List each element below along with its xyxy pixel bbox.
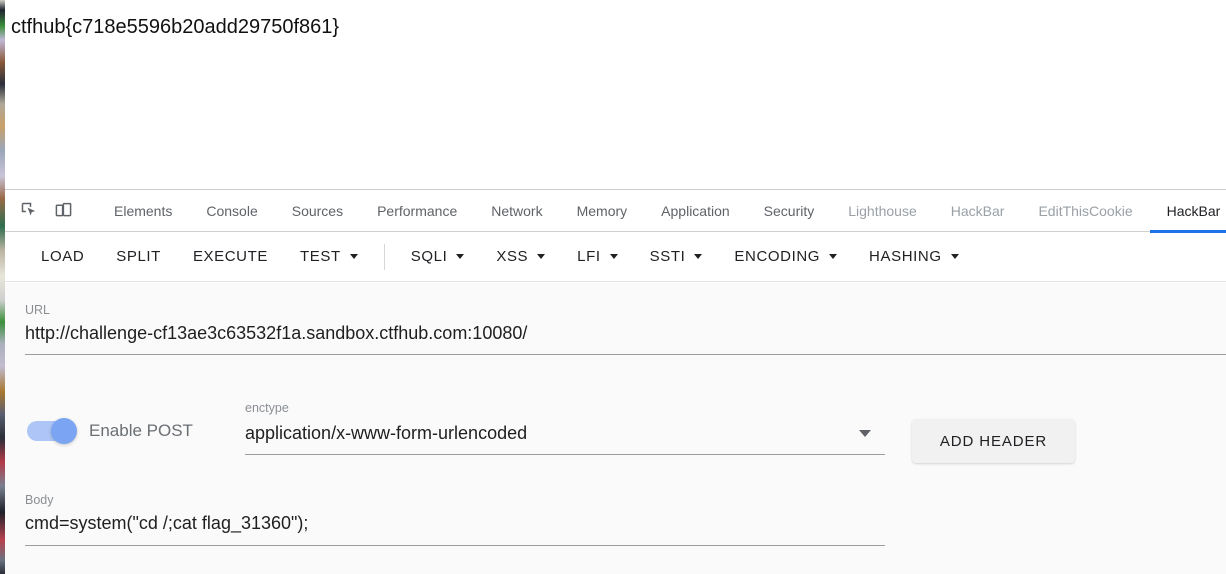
hackbar-form: URL http://challenge-cf13ae3c63532f1a.sa… — [5, 283, 1226, 574]
ssti-menu-label: SSTI — [649, 248, 686, 265]
sqli-menu-button[interactable]: SQLI — [395, 239, 481, 275]
encoding-menu-button[interactable]: ENCODING — [718, 239, 853, 275]
tab-lighthouse[interactable]: Lighthouse — [831, 190, 934, 232]
test-menu-button[interactable]: TEST — [284, 239, 374, 275]
add-header-button-label: ADD HEADER — [939, 432, 1048, 450]
load-button[interactable]: LOAD — [25, 239, 100, 275]
post-row: Enable POST enctype application/x-www-fo… — [5, 395, 1226, 465]
body-underline — [25, 545, 885, 546]
chevron-down-icon — [859, 430, 871, 437]
tab-console[interactable]: Console — [189, 190, 274, 232]
xss-menu-label: XSS — [496, 248, 529, 265]
url-underline — [25, 354, 1226, 355]
split-button-label: SPLIT — [116, 248, 161, 265]
ssti-menu-button[interactable]: SSTI — [634, 239, 719, 275]
tab-hackbar[interactable]: HackBar — [934, 190, 1022, 232]
devtools-tabbar: Elements Console Sources Performance Net… — [5, 190, 1226, 233]
enctype-value: application/x-www-form-urlencoded — [245, 423, 528, 443]
split-button[interactable]: SPLIT — [100, 239, 177, 275]
chevron-down-icon — [349, 254, 358, 259]
tab-memory[interactable]: Memory — [560, 190, 645, 232]
chevron-down-icon — [950, 254, 959, 259]
chevron-down-icon — [537, 254, 546, 259]
encoding-menu-label: ENCODING — [734, 248, 821, 265]
left-edge-strip — [0, 0, 5, 574]
enable-post-label: Enable POST — [89, 421, 193, 440]
tab-editthiscookie[interactable]: EditThisCookie — [1021, 190, 1149, 232]
enable-post-toggle[interactable]: Enable POST — [27, 418, 193, 444]
toggle-switch[interactable] — [27, 418, 77, 444]
tab-network[interactable]: Network — [474, 190, 559, 232]
devtools-tool-icons — [11, 197, 81, 225]
hackbar-toolbar: LOAD SPLIT EXECUTE TEST SQLI XSS LFI SST… — [5, 232, 1226, 282]
enctype-field-group: enctype application/x-www-form-urlencode… — [245, 401, 885, 455]
tab-application[interactable]: Application — [644, 190, 747, 232]
body-input[interactable]: cmd=system("cd /;cat flag_31360"); — [25, 513, 885, 545]
sqli-menu-label: SQLI — [410, 248, 448, 265]
tab-hackbar-active[interactable]: HackBar — [1149, 190, 1226, 233]
load-button-label: LOAD — [41, 248, 85, 265]
browser-page-content: ctfhub{c718e5596b20add29750f861} — [5, 0, 1226, 189]
tab-elements[interactable]: Elements — [97, 190, 189, 232]
enctype-underline — [245, 454, 885, 455]
chevron-down-icon — [829, 254, 838, 259]
url-input[interactable]: http://challenge-cf13ae3c63532f1a.sandbo… — [25, 323, 1226, 354]
screenshot-root: ctfhub{c718e5596b20add29750f861} Element… — [0, 0, 1226, 574]
toggle-knob — [51, 418, 77, 444]
xss-menu-button[interactable]: XSS — [480, 239, 561, 275]
url-field-group: URL http://challenge-cf13ae3c63532f1a.sa… — [25, 303, 1226, 355]
enctype-label: enctype — [245, 401, 289, 415]
devtools-panel: Elements Console Sources Performance Net… — [5, 189, 1226, 574]
hashing-menu-button[interactable]: HASHING — [853, 239, 975, 275]
body-field-group: Body cmd=system("cd /;cat flag_31360"); — [25, 493, 885, 546]
chevron-down-icon — [609, 254, 618, 259]
device-toolbar-icon[interactable] — [49, 197, 77, 225]
chevron-down-icon — [456, 254, 465, 259]
lfi-menu-label: LFI — [577, 248, 601, 265]
inspect-element-icon[interactable] — [15, 197, 43, 225]
execute-button[interactable]: EXECUTE — [177, 239, 284, 275]
lfi-menu-button[interactable]: LFI — [561, 239, 633, 275]
tab-performance[interactable]: Performance — [360, 190, 474, 232]
flag-text: ctfhub{c718e5596b20add29750f861} — [11, 16, 340, 38]
add-header-button[interactable]: ADD HEADER — [912, 419, 1075, 463]
toolbar-divider — [383, 243, 385, 270]
url-label: URL — [25, 303, 51, 317]
enctype-select[interactable]: application/x-www-form-urlencoded — [245, 423, 885, 454]
hashing-menu-label: HASHING — [869, 248, 942, 265]
devtools-tab-list: Elements Console Sources Performance Net… — [97, 190, 1226, 233]
execute-button-label: EXECUTE — [192, 248, 268, 265]
chevron-down-icon — [694, 254, 703, 259]
tab-sources[interactable]: Sources — [275, 190, 360, 232]
test-menu-label: TEST — [300, 248, 341, 265]
body-label: Body — [25, 493, 54, 507]
tab-security[interactable]: Security — [747, 190, 832, 232]
